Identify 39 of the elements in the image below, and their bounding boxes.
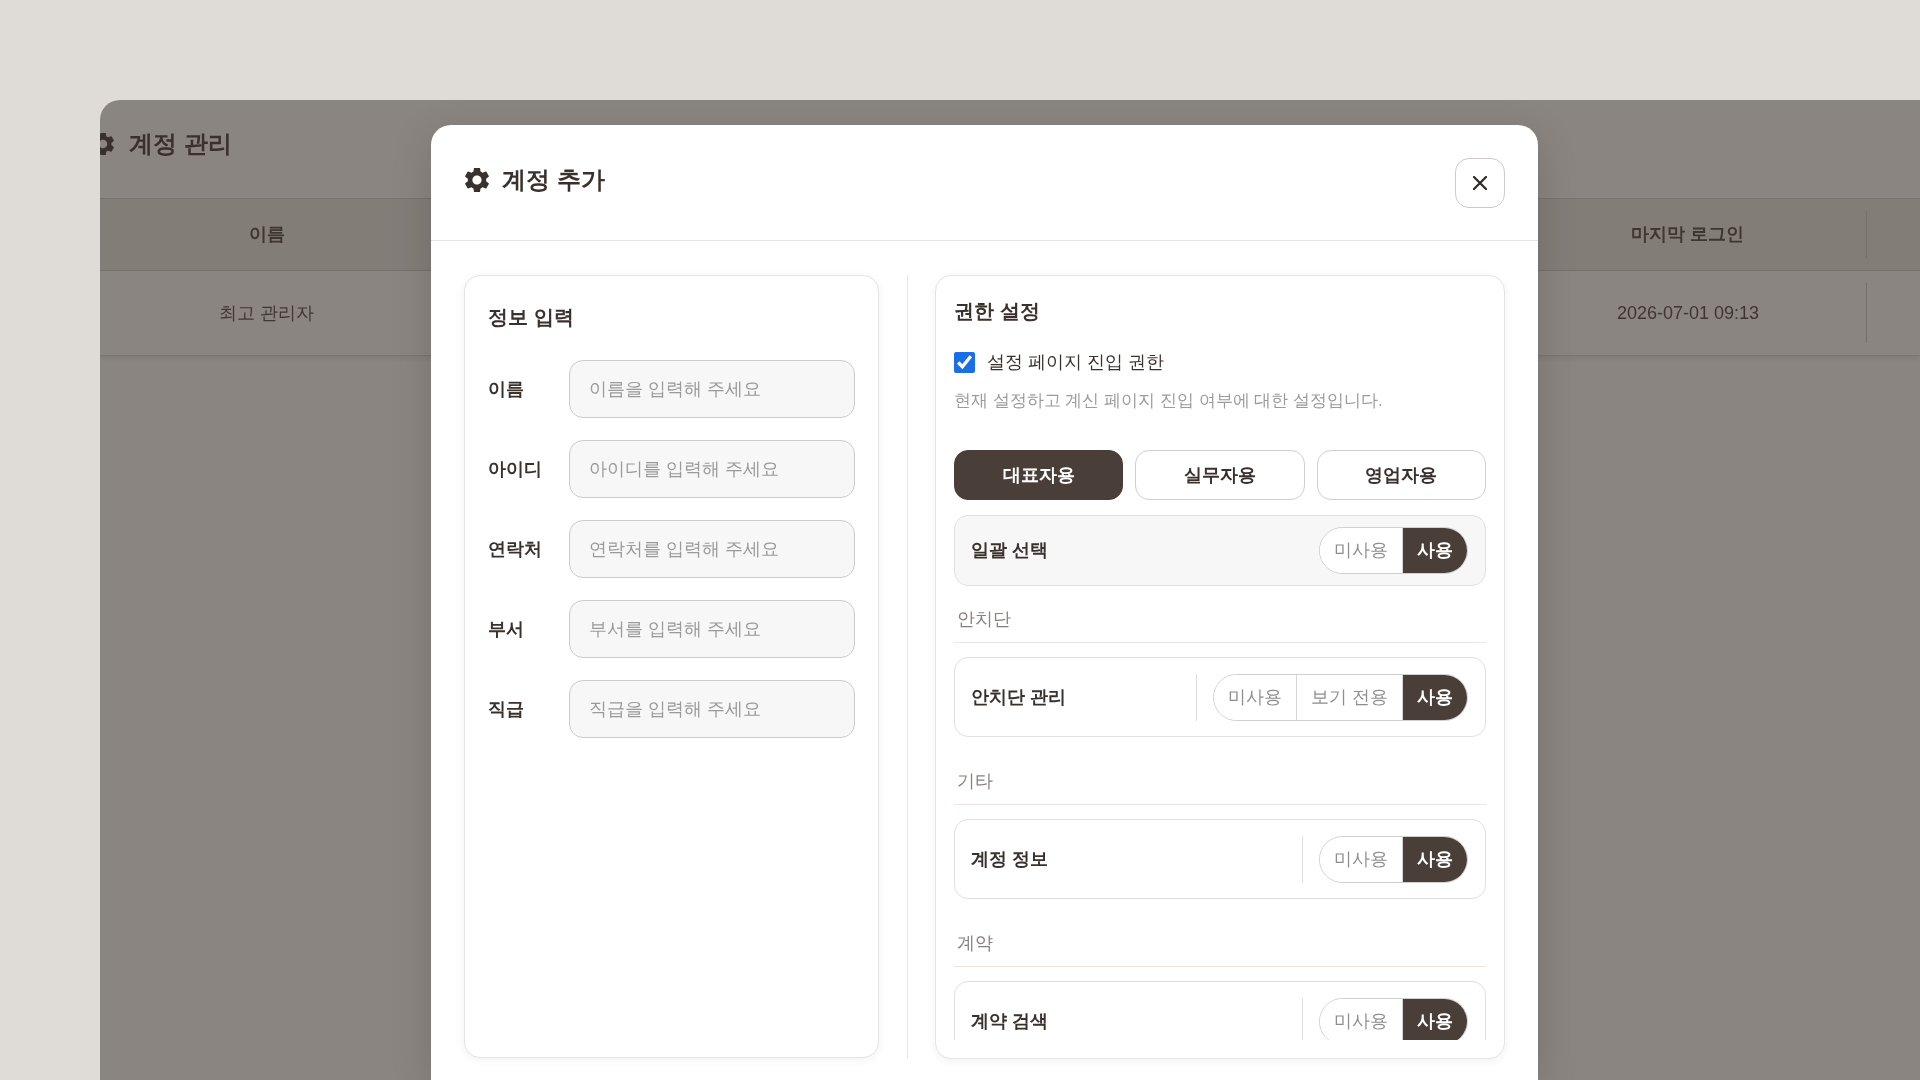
gear-icon: [465, 167, 489, 192]
option-button[interactable]: 사용: [1402, 528, 1467, 573]
card-title: 권한 설정: [954, 299, 1041, 324]
section-title: 기타: [957, 771, 993, 791]
card-title: 정보 입력: [488, 305, 575, 330]
field-label: 연락처: [488, 537, 543, 561]
field-label: 직급: [488, 697, 525, 721]
section-title: 안치단: [957, 609, 1011, 629]
row-label: 계정 정보: [971, 847, 1049, 871]
text-input[interactable]: 이름을 입력해 주세요: [569, 360, 855, 418]
page-title: 계정 관리: [129, 129, 232, 159]
column-header: 이름: [249, 223, 285, 246]
preset-tab[interactable]: 대표자용: [954, 450, 1124, 500]
close-button[interactable]: [1455, 157, 1505, 208]
option-button[interactable]: 사용: [1402, 998, 1467, 1040]
option-button[interactable]: 사용: [1402, 836, 1467, 882]
table-cell-text: 최고 관리자: [219, 301, 315, 325]
preset-tab[interactable]: 영업자용: [1316, 450, 1486, 500]
option-button[interactable]: 사용: [1402, 674, 1467, 720]
close-icon: [1473, 175, 1487, 190]
checkbox[interactable]: [954, 351, 975, 373]
description-text: 현재 설정하고 계신 페이지 진입 여부에 대한 설정입니다.: [954, 390, 1384, 412]
field-label: 이름: [488, 377, 525, 401]
modal-title: 계정 추가: [502, 164, 605, 195]
checkbox-label: 설정 페이지 진입 권한: [987, 351, 1164, 374]
row-label: 일괄 선택: [971, 539, 1048, 562]
row-label: 안치단 관리: [971, 685, 1067, 709]
preset-tab[interactable]: 실무자용: [1135, 450, 1305, 500]
text-input[interactable]: 아이디를 입력해 주세요: [569, 440, 855, 498]
section-title: 계약: [957, 933, 993, 953]
field-label: 부서: [488, 617, 525, 641]
row-label: 계약 검색: [971, 1009, 1049, 1033]
gear-icon: [100, 133, 114, 155]
column-header: 마지막 로그인: [1631, 223, 1745, 246]
table-cell-text: 2026-07-01 09:13: [1616, 301, 1760, 325]
text-input[interactable]: 부서를 입력해 주세요: [569, 600, 855, 658]
field-label: 아이디: [488, 457, 543, 481]
text-input[interactable]: 직급을 입력해 주세요: [569, 680, 855, 738]
text-input[interactable]: 연락처를 입력해 주세요: [569, 520, 855, 578]
